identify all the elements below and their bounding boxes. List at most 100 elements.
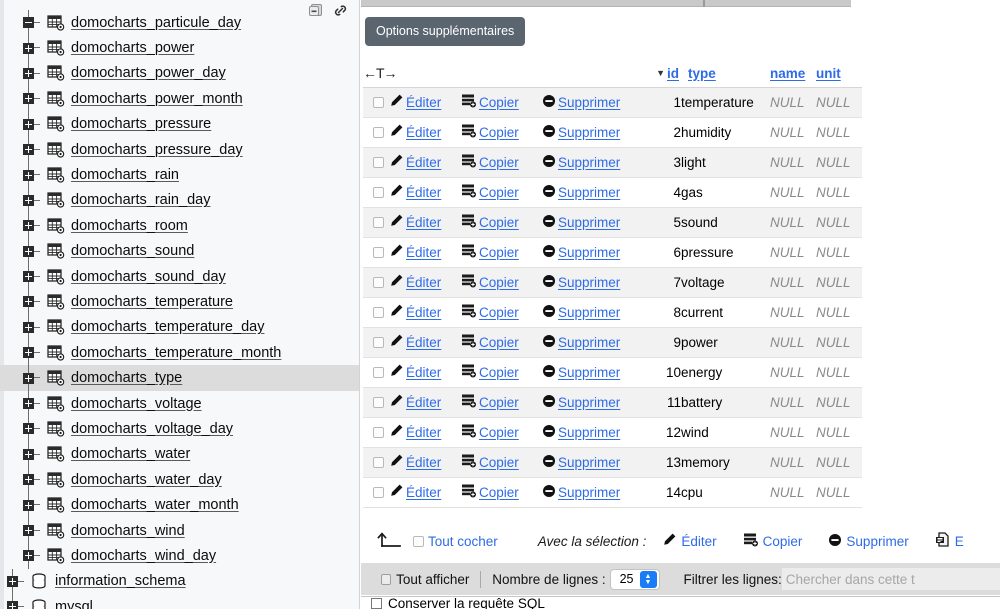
row-edit-cell[interactable]: Éditer: [389, 357, 461, 388]
row-delete-cell[interactable]: Supprimer: [542, 237, 645, 268]
row-edit-label[interactable]: Éditer: [406, 455, 441, 470]
tree-item-domocharts-particule-day[interactable]: domocharts_particule_day: [0, 10, 359, 36]
row-copy-cell[interactable]: Copier: [461, 147, 542, 178]
expand-node-icon[interactable]: [23, 67, 34, 79]
table-row[interactable]: Éditer Copier Supprimer 2 humidity NULL NULL: [363, 117, 862, 148]
table-row[interactable]: Éditer Copier Supprimer 11 battery NULL NULL: [363, 387, 862, 418]
row-delete-button[interactable]: Supprimer: [542, 484, 620, 501]
row-delete-label[interactable]: Supprimer: [558, 305, 620, 320]
row-edit-label[interactable]: Éditer: [406, 485, 441, 500]
row-delete-cell[interactable]: Supprimer: [542, 207, 645, 238]
row-delete-cell[interactable]: Supprimer: [542, 327, 645, 358]
row-edit-label[interactable]: Éditer: [406, 185, 441, 200]
expand-node-icon[interactable]: [23, 550, 34, 562]
tree-item-label[interactable]: domocharts_power_day: [71, 65, 226, 81]
row-checkbox[interactable]: [373, 217, 384, 229]
row-copy-button[interactable]: Copier: [461, 213, 519, 231]
row-edit-button[interactable]: Éditer: [389, 333, 441, 351]
row-checkbox[interactable]: [373, 247, 384, 259]
row-copy-cell[interactable]: Copier: [461, 177, 542, 208]
bulk-edit-label[interactable]: Éditer: [681, 534, 716, 549]
row-delete-button[interactable]: Supprimer: [542, 394, 620, 411]
check-all-control[interactable]: Tout cocher: [413, 534, 498, 549]
tree-item-domocharts-water-day[interactable]: domocharts_water_day: [0, 467, 359, 493]
row-edit-cell[interactable]: Éditer: [389, 297, 461, 328]
tree-item-label[interactable]: domocharts_power: [71, 40, 194, 56]
row-delete-cell[interactable]: Supprimer: [542, 297, 645, 328]
show-all-checkbox[interactable]: [380, 573, 392, 585]
expand-node-icon[interactable]: [23, 245, 34, 257]
row-copy-button[interactable]: Copier: [461, 153, 519, 171]
bulk-export-label[interactable]: E: [955, 534, 964, 549]
row-delete-button[interactable]: Supprimer: [542, 274, 620, 291]
column-header-name[interactable]: name: [770, 60, 816, 88]
row-copy-label[interactable]: Copier: [479, 335, 519, 350]
tree-item-label[interactable]: domocharts_rain_day: [71, 192, 210, 208]
tree-item-domocharts-power-day[interactable]: domocharts_power_day: [0, 60, 359, 87]
row-edit-button[interactable]: Éditer: [389, 273, 441, 291]
tree-item-label[interactable]: domocharts_wind_day: [71, 548, 216, 564]
row-delete-cell[interactable]: Supprimer: [542, 117, 645, 148]
row-copy-button[interactable]: Copier: [461, 363, 519, 381]
row-checkbox[interactable]: [373, 97, 384, 109]
row-checkbox[interactable]: [373, 487, 384, 499]
row-delete-label[interactable]: Supprimer: [558, 185, 620, 200]
expand-node-icon[interactable]: [23, 296, 34, 308]
row-edit-button[interactable]: Éditer: [389, 183, 441, 201]
row-delete-cell[interactable]: Supprimer: [542, 387, 645, 418]
expand-node-icon[interactable]: [23, 118, 34, 130]
row-edit-cell[interactable]: Éditer: [389, 267, 461, 298]
row-checkbox[interactable]: [373, 427, 384, 439]
row-edit-button[interactable]: Éditer: [389, 483, 441, 501]
row-copy-button[interactable]: Copier: [461, 423, 519, 441]
row-edit-label[interactable]: Éditer: [406, 395, 441, 410]
row-edit-button[interactable]: Éditer: [389, 123, 441, 141]
tree-item-domocharts-wind[interactable]: domocharts_wind: [0, 517, 359, 544]
show-all-label[interactable]: Tout afficher: [396, 572, 469, 587]
row-edit-button[interactable]: Éditer: [389, 303, 441, 321]
row-copy-cell[interactable]: Copier: [461, 327, 542, 358]
row-copy-button[interactable]: Copier: [461, 243, 519, 261]
select-all-arrow-icon[interactable]: [373, 530, 403, 553]
tree-item-label[interactable]: domocharts_sound_day: [71, 269, 226, 285]
tree-item-label[interactable]: domocharts_rain: [71, 167, 179, 183]
row-delete-label[interactable]: Supprimer: [558, 245, 620, 260]
table-row[interactable]: Éditer Copier Supprimer 10 energy NULL NULL: [363, 357, 862, 388]
row-copy-label[interactable]: Copier: [479, 485, 519, 500]
row-edit-label[interactable]: Éditer: [406, 425, 441, 440]
table-row[interactable]: Éditer Copier Supprimer 14 cpu NULL NULL: [363, 477, 862, 508]
tree-item-domocharts-voltage-day[interactable]: domocharts_voltage_day: [0, 416, 359, 442]
row-delete-cell[interactable]: Supprimer: [542, 357, 645, 388]
tree-item-label[interactable]: information_schema: [55, 573, 186, 589]
keep-sql-query-checkbox[interactable]: [371, 597, 382, 609]
expand-node-icon[interactable]: [23, 93, 34, 105]
tree-item-domocharts-room[interactable]: domocharts_room: [0, 213, 359, 239]
row-copy-cell[interactable]: Copier: [461, 417, 542, 448]
row-edit-button[interactable]: Éditer: [389, 213, 441, 231]
row-delete-cell[interactable]: Supprimer: [542, 177, 645, 208]
column-header-type[interactable]: type: [681, 60, 770, 88]
row-delete-label[interactable]: Supprimer: [558, 155, 620, 170]
row-delete-label[interactable]: Supprimer: [558, 125, 620, 140]
tree-item-domocharts-temperature-month[interactable]: domocharts_temperature_month: [0, 340, 359, 366]
tree-item-domocharts-water-month[interactable]: domocharts_water_month: [0, 492, 359, 518]
row-delete-cell[interactable]: Supprimer: [542, 87, 645, 118]
tree-item-label[interactable]: domocharts_temperature_day: [71, 319, 264, 335]
row-edit-button[interactable]: Éditer: [389, 93, 441, 111]
row-delete-button[interactable]: Supprimer: [542, 214, 620, 231]
row-delete-button[interactable]: Supprimer: [542, 244, 620, 261]
expand-node-icon[interactable]: [23, 144, 34, 156]
row-copy-label[interactable]: Copier: [479, 305, 519, 320]
sort-direction-control[interactable]: ←T→: [363, 65, 398, 81]
tree-item-label[interactable]: domocharts_power_month: [71, 91, 243, 107]
row-delete-cell[interactable]: Supprimer: [542, 477, 645, 508]
row-edit-cell[interactable]: Éditer: [389, 147, 461, 178]
row-checkbox[interactable]: [373, 187, 384, 199]
column-header-id-label[interactable]: id: [667, 66, 679, 81]
row-delete-button[interactable]: Supprimer: [542, 94, 620, 111]
row-delete-button[interactable]: Supprimer: [542, 454, 620, 471]
expand-node-icon[interactable]: [7, 575, 18, 587]
row-delete-button[interactable]: Supprimer: [542, 364, 620, 381]
row-copy-label[interactable]: Copier: [479, 155, 519, 170]
row-checkbox[interactable]: [373, 397, 384, 409]
